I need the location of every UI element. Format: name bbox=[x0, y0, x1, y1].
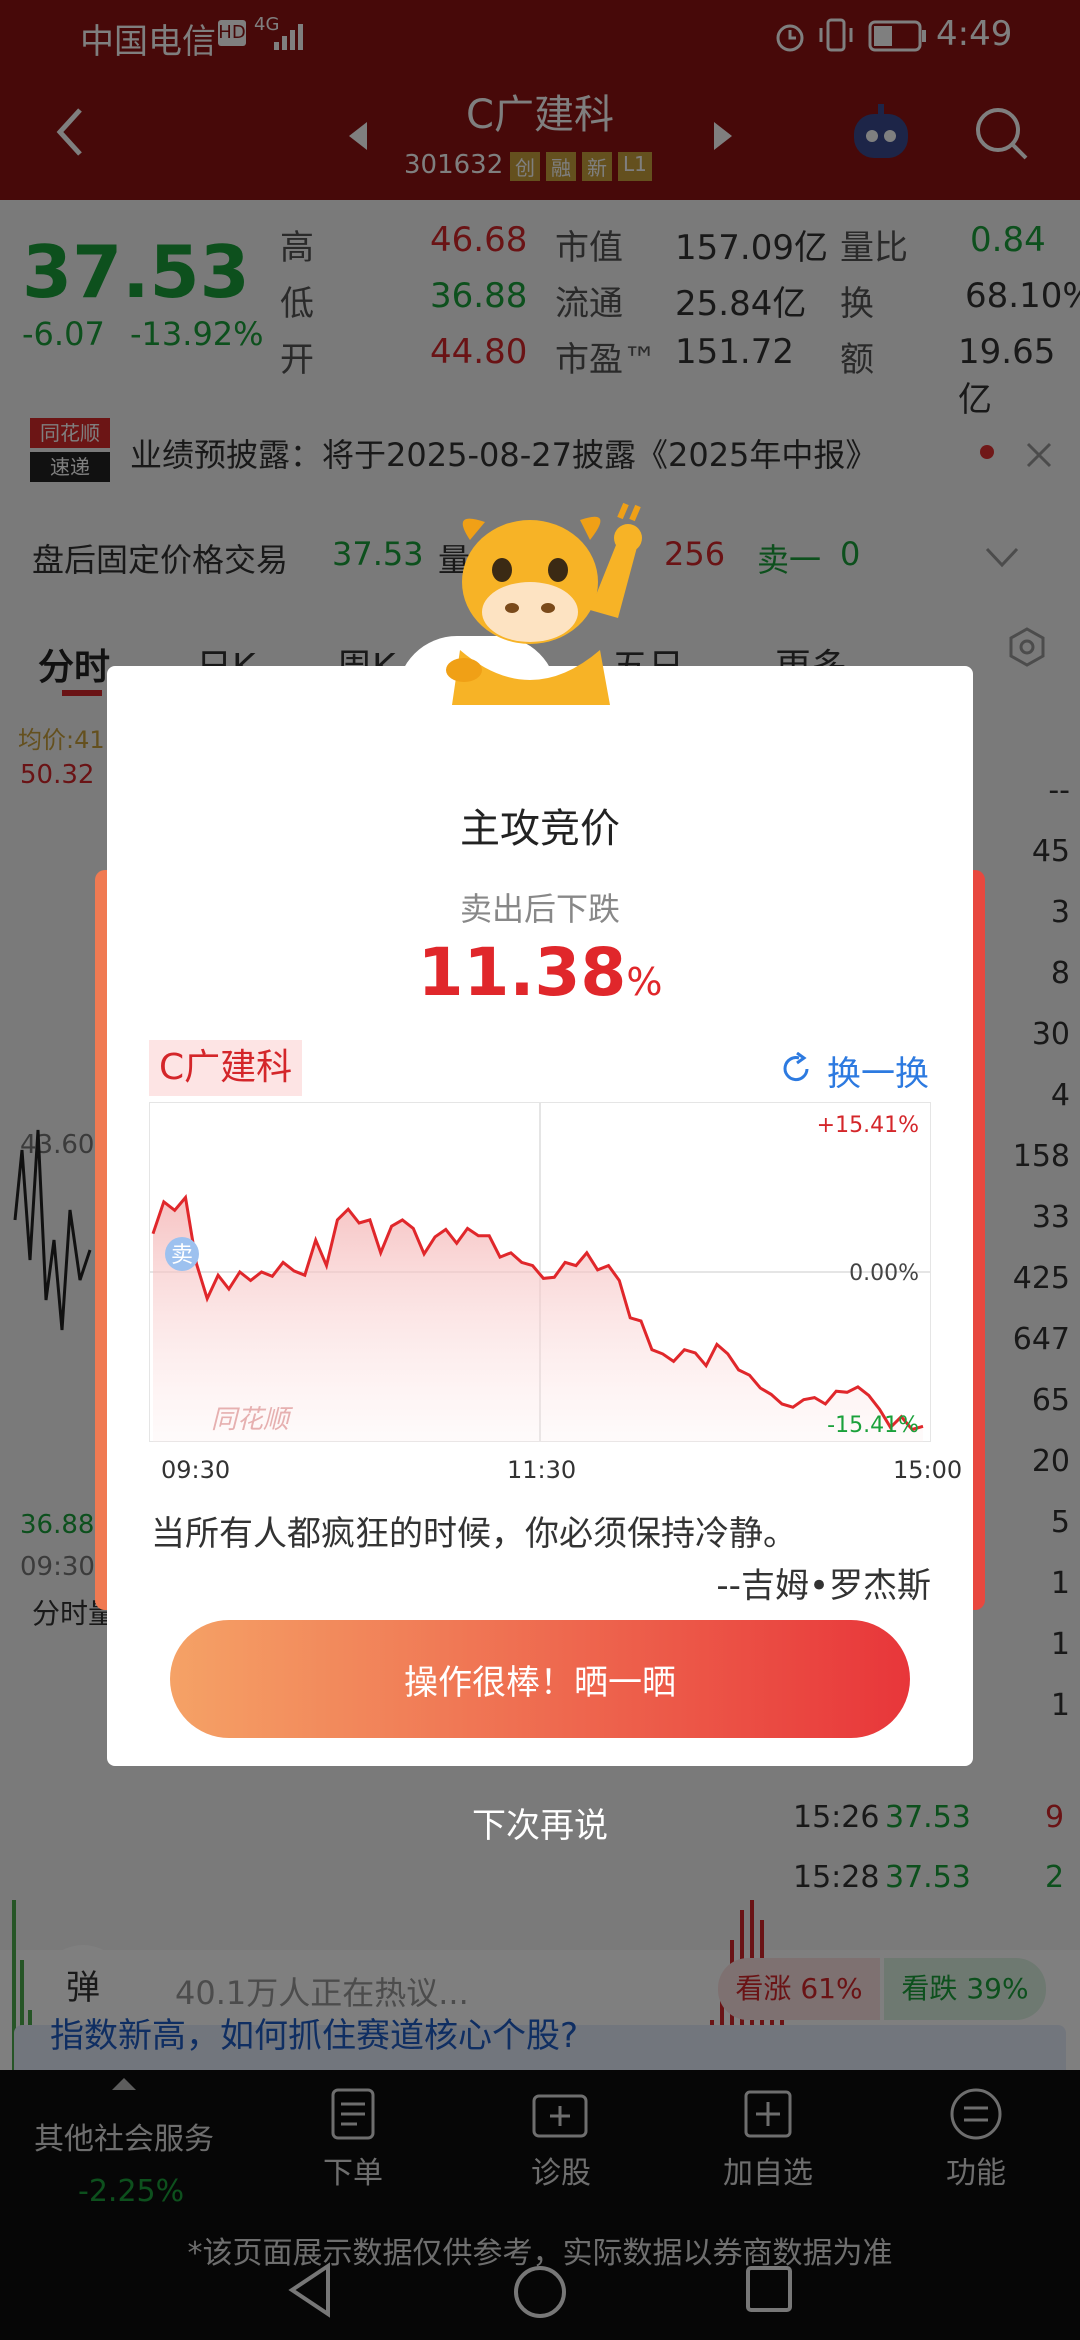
mascot-bull-image bbox=[446, 502, 642, 705]
result-dialog: 主攻竞价 卖出后下跌 11.38% C广建科 换一换 +15.41% 0.00%… bbox=[107, 636, 973, 1766]
drop-percentage: 11.38 bbox=[417, 934, 627, 1011]
dialog-title: 主攻竞价 bbox=[460, 806, 620, 852]
chart-top-label: +15.41% bbox=[817, 1113, 919, 1138]
refresh-icon[interactable] bbox=[779, 1052, 813, 1086]
chart-mid-label: 0.00% bbox=[849, 1261, 919, 1286]
x-tick-start: 09:30 bbox=[161, 1456, 231, 1484]
dialog-value: 11.38% bbox=[107, 934, 973, 1011]
percent-unit: % bbox=[626, 960, 663, 1004]
chart-watermark: 同花顺 bbox=[211, 1405, 294, 1435]
intraday-chart: +15.41% 0.00% -15.41% 同花顺 卖 bbox=[149, 1102, 931, 1442]
quote-author: --吉姆•罗杰斯 bbox=[716, 1566, 931, 1606]
stock-tag: C广建科 bbox=[149, 1040, 303, 1096]
chart-bottom-label: -15.41% bbox=[827, 1413, 919, 1438]
x-tick-mid: 11:30 bbox=[507, 1456, 577, 1484]
sell-marker: 卖 bbox=[165, 1237, 199, 1271]
quote-text: 当所有人都疯狂的时候，你必须保持冷静。 bbox=[151, 1514, 797, 1554]
sell-marker-label: 卖 bbox=[171, 1243, 193, 1268]
x-tick-end: 15:00 bbox=[893, 1456, 963, 1484]
dialog-subtitle: 卖出后下跌 bbox=[459, 890, 620, 928]
refresh-button[interactable]: 换一换 bbox=[827, 1046, 929, 1095]
share-button[interactable]: 操作很棒！晒一晒 bbox=[170, 1620, 910, 1738]
dismiss-button[interactable]: 下次再说 bbox=[340, 1798, 740, 1847]
